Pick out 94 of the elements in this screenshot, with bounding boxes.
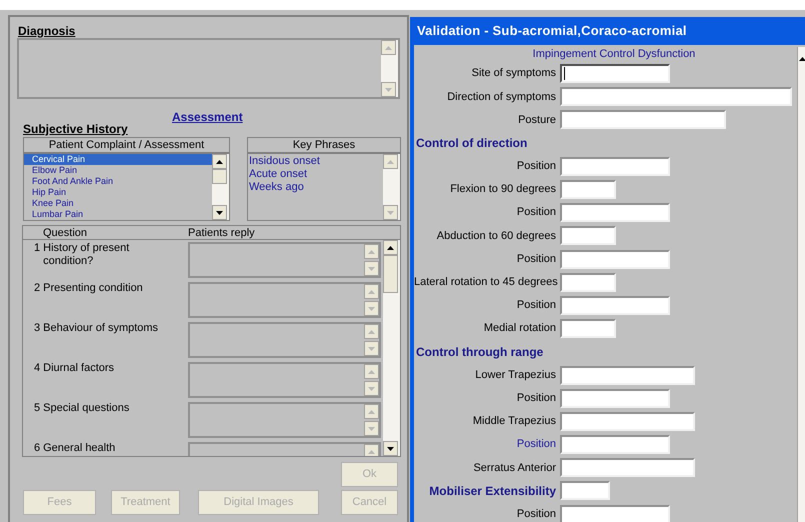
input-field[interactable]	[560, 64, 670, 84]
list-item[interactable]: Lumbar Pain	[24, 209, 212, 220]
scroll-up-button[interactable]	[383, 240, 398, 255]
up-triangle-icon	[387, 160, 394, 164]
question-text: 4 Diurnal factors	[33, 362, 116, 376]
down-triangle-icon	[385, 88, 392, 92]
complaint-list[interactable]: Cervical Pain Elbow Pain Foot And Ankle Pain Hip Pain Knee Pain Lumbar Pain	[23, 153, 230, 221]
down-triangle-icon	[368, 306, 375, 310]
list-item[interactable]: Weeks ago	[248, 181, 383, 194]
field-label: Lower Trapezius	[474, 368, 557, 383]
list-item[interactable]: Foot And Ankle Pain	[24, 176, 212, 187]
up-triangle-icon	[385, 46, 392, 50]
input-field[interactable]	[560, 458, 695, 478]
input-field[interactable]	[560, 481, 610, 500]
scroll-thumb[interactable]	[212, 169, 227, 184]
column-header: Question	[42, 226, 88, 239]
up-triangle-icon	[368, 250, 375, 254]
down-triangle-icon	[368, 266, 375, 270]
list-item[interactable]: Cervical Pain	[24, 154, 212, 165]
question-text: 3 Behaviour of symptoms	[33, 322, 160, 336]
scroll-down-button[interactable]	[383, 441, 398, 456]
input-field[interactable]	[560, 272, 616, 292]
scrollbar[interactable]	[383, 240, 400, 456]
field-label: Position	[516, 159, 557, 174]
form-subtitle: Impingement Control Dysfunction	[532, 47, 696, 61]
down-triangle-icon	[368, 426, 375, 430]
window-title: Validation - Sub-acromial,Coraco-acromial	[414, 17, 805, 45]
field-label: Direction of symptoms	[446, 90, 557, 105]
column-header: Patients reply	[188, 226, 255, 239]
field-label: Position	[516, 205, 557, 220]
up-triangle-icon	[368, 410, 375, 414]
down-triangle-icon	[368, 386, 375, 390]
input-field[interactable]	[560, 504, 670, 522]
field-label: Position	[516, 298, 557, 314]
list-item[interactable]: Elbow Pain	[24, 165, 212, 176]
input-field[interactable]	[560, 203, 670, 222]
question-text: 2 Presenting condition	[33, 282, 144, 296]
field-label: Abduction to 60 degrees	[436, 228, 557, 244]
field-label: Serratus Anterior	[472, 460, 557, 476]
scroll-down-button[interactable]	[212, 205, 227, 220]
key-phrases-list[interactable]: Insidous onset Acute onset Weeks ago	[247, 153, 401, 221]
input-field[interactable]	[560, 180, 616, 200]
list-header: Key Phrases	[247, 137, 401, 153]
field-label: Mobiliser Extensibility	[428, 482, 557, 500]
field-label: Position	[516, 252, 557, 267]
field-label: Medial rotation	[482, 321, 557, 336]
field-label: Site of symptoms	[470, 66, 557, 82]
field-label: Flexion to 90 degrees	[449, 182, 557, 198]
list-item[interactable]: Acute onset	[248, 168, 383, 181]
section-heading: Control of direction	[415, 135, 528, 152]
up-triangle-icon	[368, 450, 375, 454]
input-field[interactable]	[560, 435, 670, 454]
list-header: Patient Complaint / Assessment	[23, 137, 230, 153]
input-field[interactable]	[560, 319, 616, 338]
up-triangle-icon	[799, 57, 805, 61]
up-triangle-icon	[368, 370, 375, 374]
input-field[interactable]	[560, 412, 695, 431]
input-field[interactable]	[560, 226, 616, 246]
field-label: Posture	[517, 112, 557, 128]
subjective-history-label: Subjective History	[23, 121, 128, 138]
field-label: Middle Trapezius	[472, 414, 557, 430]
scroll-up-button[interactable]	[212, 154, 227, 169]
down-triangle-icon	[216, 210, 223, 214]
scroll-thumb[interactable]	[383, 255, 398, 293]
question-text: 6 General health	[33, 442, 116, 456]
up-triangle-icon	[387, 246, 394, 250]
input-field[interactable]	[560, 110, 726, 130]
input-field[interactable]	[560, 87, 792, 106]
down-triangle-icon	[368, 346, 375, 350]
up-triangle-icon	[216, 160, 223, 164]
input-field[interactable]	[560, 250, 670, 269]
list-item[interactable]: Knee Pain	[24, 198, 212, 209]
input-field[interactable]	[560, 296, 670, 315]
field-label: Lateral rotation to 45 degrees	[414, 275, 559, 290]
input-field[interactable]	[560, 156, 670, 176]
up-triangle-icon	[368, 290, 375, 294]
input-field[interactable]	[560, 366, 695, 385]
diagnosis-label: Diagnosis	[18, 23, 76, 40]
down-triangle-icon	[387, 446, 394, 450]
input-field[interactable]	[560, 388, 670, 408]
section-heading: Control through range	[415, 344, 544, 361]
field-label: Position	[516, 390, 557, 406]
question-text: 1 History of present condition?	[33, 242, 130, 269]
assessment-heading: Assessment	[172, 109, 243, 126]
up-triangle-icon	[368, 330, 375, 334]
list-item[interactable]: Insidous onset	[248, 155, 383, 168]
field-label: Position	[516, 437, 557, 452]
field-label: Position	[516, 506, 557, 522]
scrollbar[interactable]	[212, 154, 229, 220]
question-text: 5 Special questions	[33, 402, 130, 416]
list-item[interactable]: Hip Pain	[24, 187, 212, 198]
text-cursor	[564, 67, 565, 80]
down-triangle-icon	[387, 210, 394, 214]
diagnosis-text-area[interactable]	[17, 38, 400, 99]
